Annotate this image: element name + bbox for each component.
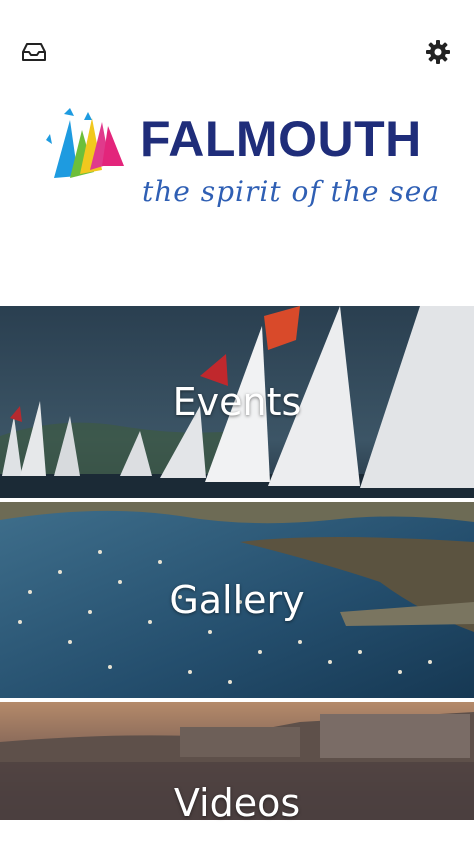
- sails-logo-icon: [46, 108, 124, 178]
- falmouth-logo: FALMOUTH the spirit of the sea: [40, 100, 450, 230]
- logo-tagline: the spirit of the sea: [142, 175, 441, 208]
- events-tile[interactable]: Events: [0, 306, 474, 498]
- videos-tile[interactable]: Videos: [0, 702, 474, 845]
- logo-wordmark: FALMOUTH: [140, 111, 422, 167]
- gallery-label: Gallery: [169, 578, 305, 622]
- inbox-icon: [22, 43, 46, 61]
- settings-button[interactable]: [420, 34, 456, 70]
- gallery-tile[interactable]: Gallery: [0, 502, 474, 698]
- inbox-button[interactable]: [16, 34, 52, 70]
- videos-label: Videos: [173, 780, 301, 825]
- events-label: Events: [172, 380, 302, 424]
- gear-icon: [426, 40, 450, 64]
- top-bar: [0, 0, 474, 100]
